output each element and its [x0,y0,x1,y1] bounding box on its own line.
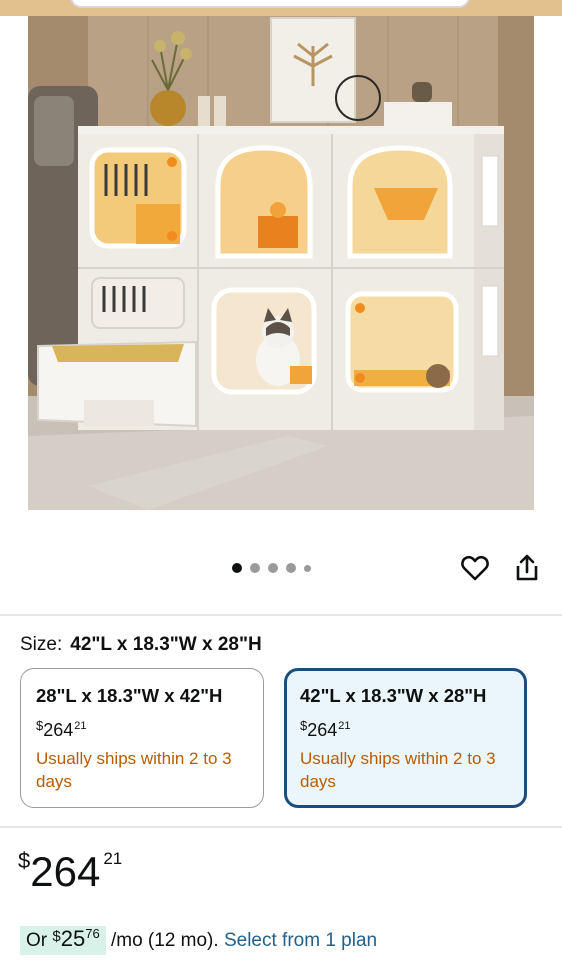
price-whole: 264 [307,720,338,740]
heart-icon [461,555,489,581]
price-cents: 21 [338,720,351,732]
search-bar-edge[interactable] [70,0,470,8]
size-option-card-selected[interactable]: 42"L x 18.3"W x 28"H $26421 Usually ship… [284,668,527,808]
carousel-dot-active[interactable] [232,563,242,573]
size-selection: Size: 42"L x 18.3"W x 28"H [20,634,262,656]
section-divider [0,614,562,616]
share-button[interactable] [512,553,542,583]
installment-amount: Or $2576 [20,926,106,955]
price-cents: 21 [74,720,87,732]
installment-term: /mo (12 mo). [110,930,219,951]
section-divider [0,826,562,828]
carousel-dot[interactable] [304,564,311,572]
carousel-dot[interactable] [268,563,278,573]
select-plan-link[interactable]: Select from 1 plan [224,930,377,951]
selected-size-value: 42"L x 18.3"W x 28"H [70,634,262,655]
installment-offer: Or $2576 /mo (12 mo). Select from 1 plan [20,916,377,959]
price-whole: 264 [30,848,101,895]
size-option-title: 42"L x 18.3"W x 28"H [300,685,487,706]
installment-whole: 25 [60,926,86,951]
price-cents: 21 [103,849,123,868]
image-carousel-dots[interactable] [232,561,311,575]
installment-prefix: Or [26,930,48,951]
carousel-dot[interactable] [250,563,260,573]
installment-cents: 76 [85,926,100,941]
shipping-estimate: Usually ships within 2 to 3 days [300,749,496,791]
size-option-price: $26421 [36,718,249,741]
wishlist-button[interactable] [460,553,490,583]
price-whole: 264 [43,720,74,740]
product-price: $264 21 [18,848,122,896]
cat-cabinet-photo [28,16,534,510]
shipping-estimate: Usually ships within 2 to 3 days [36,749,232,791]
share-icon [516,554,538,581]
carousel-dot[interactable] [286,563,296,573]
size-option-title: 28"L x 18.3"W x 42"H [36,685,223,706]
price-currency: $ [18,848,31,873]
top-strip [0,0,562,16]
product-image[interactable] [28,16,534,510]
installment-currency: $ [52,928,61,945]
size-option-card[interactable]: 28"L x 18.3"W x 42"H $26421 Usually ship… [20,668,264,808]
size-label: Size: [20,634,63,655]
size-option-price: $26421 [300,718,512,741]
